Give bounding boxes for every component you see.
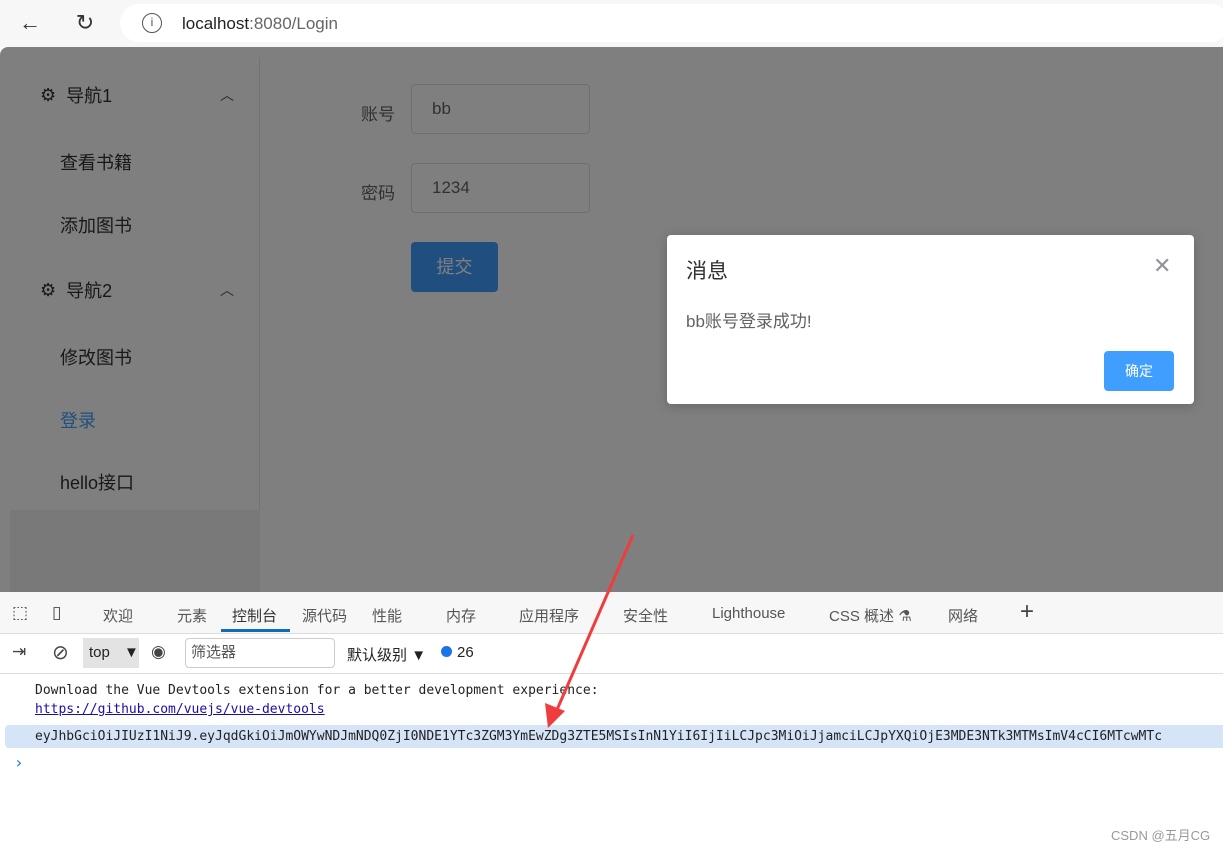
- watermark: CSDN @五月CG: [1111, 828, 1211, 843]
- arrow-head: [545, 703, 565, 728]
- arrow-line: [554, 534, 635, 713]
- annotation-arrow: [545, 534, 635, 728]
